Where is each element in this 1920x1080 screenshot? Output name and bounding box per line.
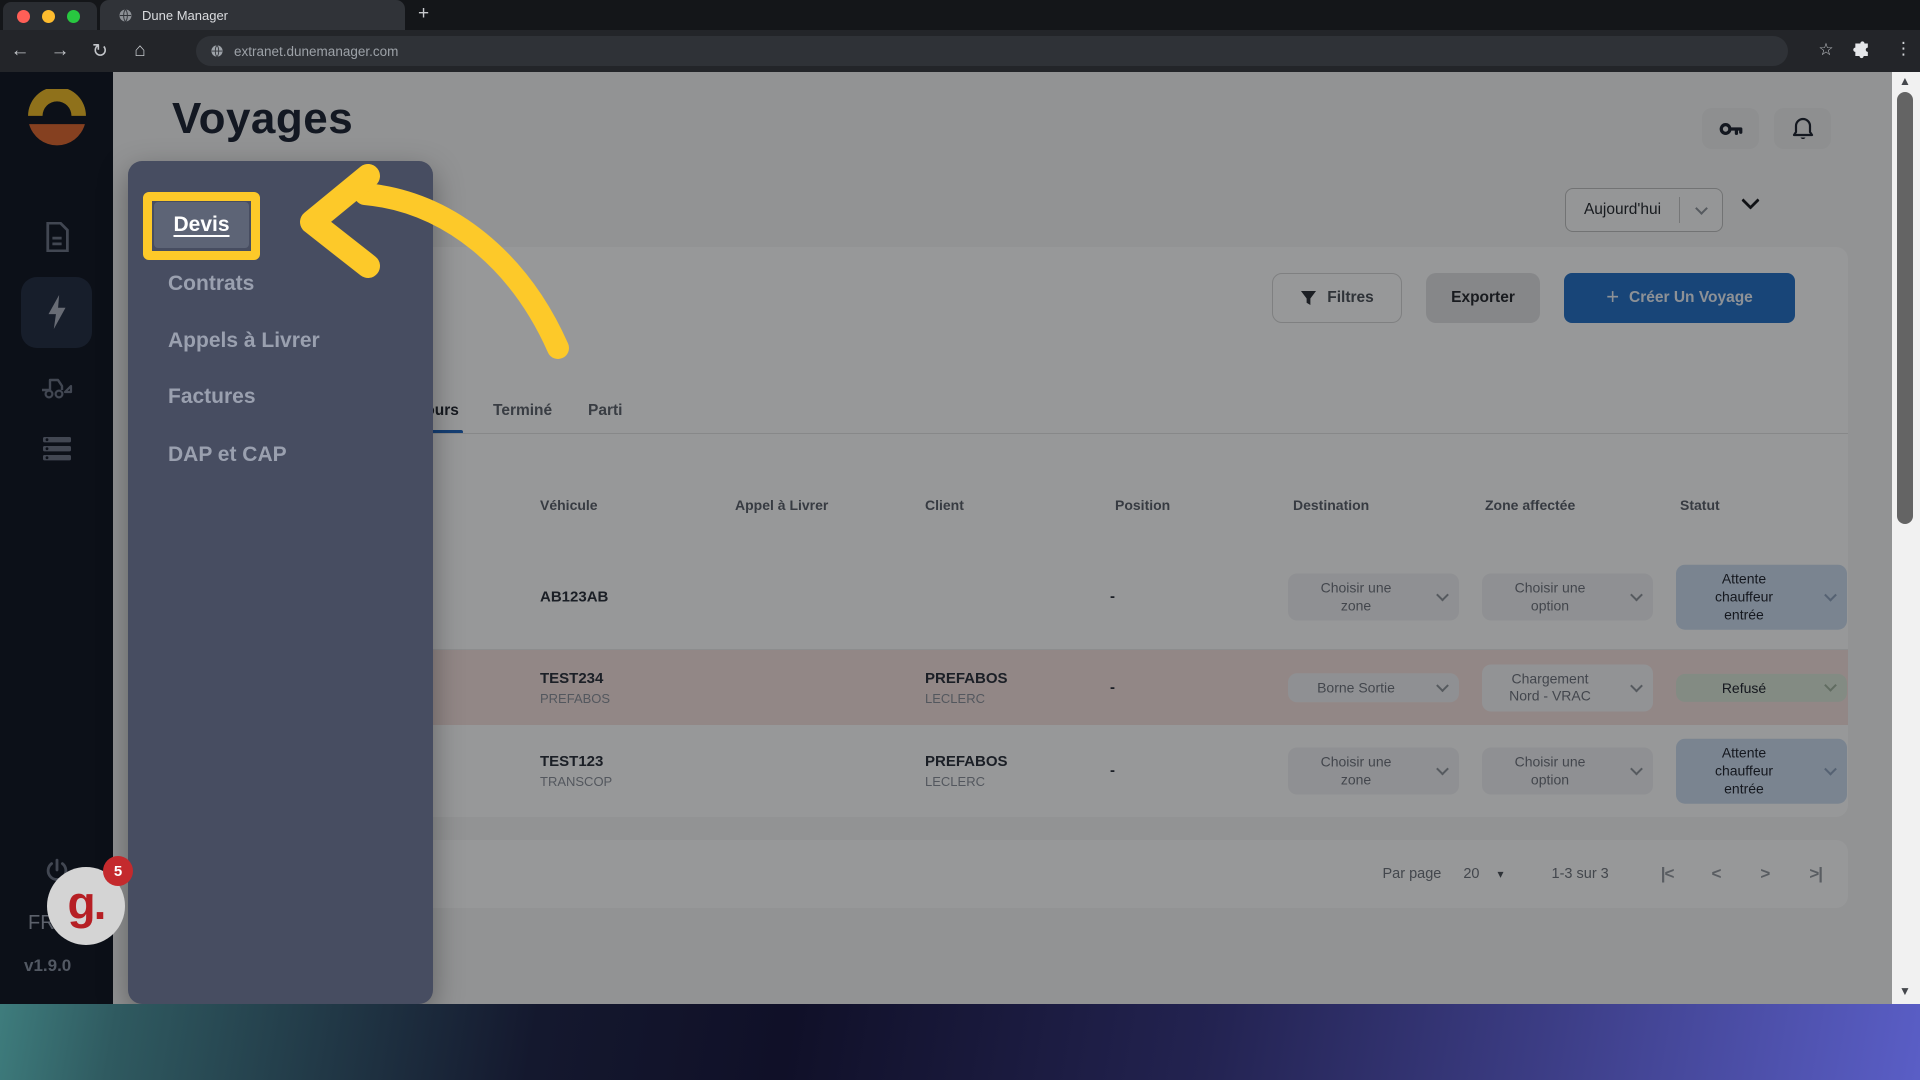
browser-tab[interactable]: Dune Manager (100, 0, 405, 30)
browser-toolbar: ← → ↻ ⌂ extranet.dunemanager.com ☆ ⋮ (0, 30, 1920, 72)
bookmark-star-icon[interactable]: ☆ (1806, 40, 1846, 60)
browser-menu-icon[interactable]: ⋮ (1895, 39, 1912, 59)
tab-title: Dune Manager (142, 8, 228, 23)
page-scrollbar[interactable]: ▲ ▼ (1892, 72, 1920, 1004)
scrollbar-thumb[interactable] (1897, 92, 1913, 524)
minimize-window-button[interactable] (42, 10, 55, 23)
window-controls (3, 2, 97, 30)
recorder-badge[interactable]: g. 5 (47, 867, 125, 945)
menu-item-devis-label: Devis (173, 213, 229, 237)
reload-icon[interactable]: ↻ (80, 40, 120, 63)
voyages-dropdown-menu: Devis Contrats Appels à Livrer Factures … (128, 161, 433, 1004)
extensions-puzzle-icon[interactable] (1852, 41, 1872, 61)
browser-tabstrip: Dune Manager + (0, 0, 1920, 30)
browser-window: Dune Manager + ← → ↻ ⌂ extranet.dunemana… (0, 0, 1920, 1004)
url-text: extranet.dunemanager.com (234, 44, 398, 59)
maximize-window-button[interactable] (67, 10, 80, 23)
recorder-badge-letter: g. (68, 876, 105, 930)
url-globe-icon (210, 44, 224, 58)
menu-item-factures[interactable]: Factures (168, 385, 256, 409)
page-viewport: FR v1.9.0 Voyages (0, 72, 1920, 1004)
forward-icon[interactable]: → (40, 40, 80, 62)
menu-item-dap-et-cap[interactable]: DAP et CAP (168, 443, 287, 467)
notification-count-badge: 5 (103, 856, 133, 886)
menu-item-appels-a-livrer[interactable]: Appels à Livrer (168, 329, 320, 353)
site-globe-icon (118, 8, 133, 23)
address-bar[interactable]: extranet.dunemanager.com (196, 36, 1788, 66)
back-icon[interactable]: ← (0, 40, 40, 62)
desktop-wallpaper: Dune Manager + ← → ↻ ⌂ extranet.dunemana… (0, 0, 1920, 1080)
home-icon[interactable]: ⌂ (120, 40, 160, 62)
new-tab-button[interactable]: + (418, 3, 429, 25)
scroll-up-icon[interactable]: ▲ (1899, 74, 1911, 88)
close-window-button[interactable] (17, 10, 30, 23)
menu-item-devis[interactable]: Devis (154, 202, 249, 248)
menu-item-contrats[interactable]: Contrats (168, 272, 254, 296)
scroll-down-icon[interactable]: ▼ (1899, 984, 1911, 998)
